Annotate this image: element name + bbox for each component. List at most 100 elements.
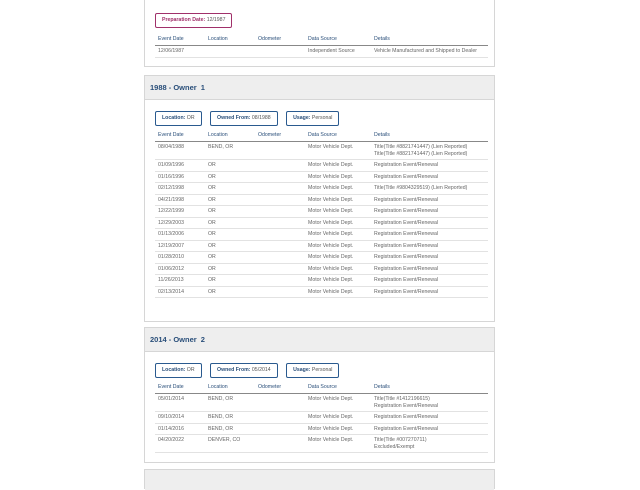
- details-line: Excluded/Exempt: [374, 443, 415, 450]
- location-cell: OR: [205, 228, 255, 241]
- data-source-cell: Motor Vehicle Dept.: [305, 141, 371, 160]
- event-date-cell: 11/26/2013: [155, 274, 205, 287]
- table-row: 01/16/1996 OR Motor Vehicle Dept. Registrat…: [155, 171, 488, 183]
- table-row: 01/09/1996 OR Motor Vehicle Dept. Registrat…: [155, 159, 488, 172]
- odometer-cell: [255, 240, 305, 252]
- details-line: Registration Event/Renewal: [374, 254, 439, 260]
- details-line: Title(Title #9804329519) (Lien Reported): [374, 185, 468, 191]
- data-source-cell: Motor Vehicle Dept.: [305, 393, 371, 412]
- details-line: Registration Event/Renewal: [374, 162, 439, 168]
- owner-2-history-table: Event Date Location Odometer Data Source…: [155, 380, 488, 453]
- data-source-cell: Motor Vehicle Dept.: [305, 228, 371, 241]
- location-badge: Location: OR: [155, 111, 202, 126]
- owner-2-title: 2014 - Owner: [150, 335, 197, 344]
- details-cell: Registration Event/Renewal: [371, 251, 488, 264]
- table-row: 05/01/2014 BEND, OR Motor Vehicle Dept. Tit…: [155, 393, 488, 412]
- details-cell: Registration Event/Renewal: [371, 228, 488, 241]
- details-cell: Title(Title #8821741447) (Lien Reported)…: [371, 141, 488, 160]
- col-event-date: Event Date: [155, 128, 205, 142]
- event-date-cell: 12/06/1987: [155, 45, 205, 58]
- details-line: Registration Event/Renewal: [374, 425, 439, 432]
- data-source-cell: Motor Vehicle Dept.: [305, 194, 371, 206]
- location-cell: [205, 45, 255, 58]
- location-cell: DENVER, CO: [205, 434, 255, 453]
- location-cell: OR: [205, 194, 255, 206]
- event-date-cell: 12/29/2003: [155, 217, 205, 229]
- col-event-date: Event Date: [155, 32, 205, 46]
- col-details: Details: [371, 128, 488, 142]
- details-line: Registration Event/Renewal: [374, 265, 439, 272]
- details-line: Registration Event/Renewal: [374, 231, 439, 237]
- odometer-cell: [255, 182, 305, 195]
- details-line: Vehicle Manufactured and Shipped to Deal…: [374, 48, 477, 54]
- odometer-cell: [255, 411, 305, 424]
- data-source-cell: Motor Vehicle Dept.: [305, 434, 371, 453]
- col-event-date: Event Date: [155, 380, 205, 394]
- data-source-cell: Motor Vehicle Dept.: [305, 274, 371, 287]
- table-row: 04/21/1998 OR Motor Vehicle Dept. Registrat…: [155, 194, 488, 206]
- odometer-cell: [255, 217, 305, 229]
- usage-badge: Usage: Personal: [286, 363, 340, 378]
- table-row: 12/19/2007 OR Motor Vehicle Dept. Registrat…: [155, 240, 488, 252]
- details-line: Registration Event/Renewal: [374, 277, 439, 283]
- details-line: Registration Event/Renewal: [374, 208, 439, 214]
- details-cell: Registration Event/Renewal: [371, 263, 488, 275]
- table-header-row: Event Date Location Odometer Data Source…: [155, 128, 488, 142]
- details-line: Registration Event/Renewal: [374, 414, 439, 420]
- odometer-cell: [255, 228, 305, 241]
- odometer-cell: [255, 205, 305, 218]
- details-cell: Registration Event/Renewal: [371, 274, 488, 287]
- data-source-cell: Motor Vehicle Dept.: [305, 159, 371, 172]
- col-details: Details: [371, 380, 488, 394]
- next-owner-header[interactable]: [145, 470, 494, 490]
- odometer-cell: [255, 141, 305, 160]
- data-source-cell: Motor Vehicle Dept.: [305, 263, 371, 275]
- details-cell: Title(Title #1412196615) Registration Eve…: [371, 393, 488, 412]
- data-source-cell: Motor Vehicle Dept.: [305, 286, 371, 298]
- location-cell: OR: [205, 205, 255, 218]
- details-line: Registration Event/Renewal: [374, 242, 439, 249]
- data-source-cell: Motor Vehicle Dept.: [305, 423, 371, 435]
- col-odometer: Odometer: [255, 32, 305, 46]
- data-source-cell: Motor Vehicle Dept.: [305, 240, 371, 252]
- owner-2-table-body: 05/01/2014 BEND, OR Motor Vehicle Dept. Tit…: [155, 393, 488, 453]
- event-date-cell: 02/12/1998: [155, 182, 205, 195]
- owner-1-header[interactable]: 1988 - Owner 1: [145, 76, 494, 100]
- event-date-cell: 02/13/2014: [155, 286, 205, 298]
- odometer-cell: [255, 393, 305, 412]
- data-source-cell: Motor Vehicle Dept.: [305, 205, 371, 218]
- table-row: 02/12/1998 OR Motor Vehicle Dept. Title(Tit…: [155, 182, 488, 195]
- odometer-cell: [255, 263, 305, 275]
- event-date-cell: 05/01/2014: [155, 393, 205, 412]
- details-line: Registration Event/Renewal: [374, 173, 439, 180]
- location-cell: BEND, OR: [205, 423, 255, 435]
- odometer-cell: [255, 286, 305, 298]
- odometer-cell: [255, 274, 305, 287]
- owner-1-table-body: 08/04/1988 BEND, OR Motor Vehicle Dept. Tit…: [155, 141, 488, 298]
- table-row: 12/22/1999 OR Motor Vehicle Dept. Registrat…: [155, 205, 488, 218]
- table-row: 12/06/1987 Independent Source Vehicle Manu…: [155, 45, 488, 58]
- owner-2-header[interactable]: 2014 - Owner 2: [145, 328, 494, 352]
- owner-1-card: 1988 - Owner 1 Location: OR Owned From: …: [144, 75, 495, 322]
- details-cell: Registration Event/Renewal: [371, 205, 488, 218]
- details-line: Registration Event/Renewal: [374, 219, 439, 226]
- preparation-history-table: Event Date Location Odometer Data Source…: [155, 32, 488, 58]
- table-row: 01/06/2012 OR Motor Vehicle Dept. Registrat…: [155, 263, 488, 275]
- data-source-cell: Motor Vehicle Dept.: [305, 217, 371, 229]
- location-cell: BEND, OR: [205, 141, 255, 160]
- col-data-source: Data Source: [305, 128, 371, 142]
- location-cell: OR: [205, 159, 255, 172]
- event-date-cell: 01/28/2010: [155, 251, 205, 264]
- details-line: Title(Title #8821741447) (Lien Reported): [374, 150, 468, 157]
- details-cell: Registration Event/Renewal: [371, 286, 488, 298]
- details-cell: Title(Title #9804329519) (Lien Reported): [371, 182, 488, 195]
- owner-1-number: 1: [200, 83, 205, 92]
- odometer-cell: [255, 159, 305, 172]
- event-date-cell: 01/13/2006: [155, 228, 205, 241]
- table-header-row: Event Date Location Odometer Data Source…: [155, 32, 488, 46]
- col-data-source: Data Source: [305, 380, 371, 394]
- table-row: 01/14/2016 BEND, OR Motor Vehicle Dept. Reg…: [155, 423, 488, 435]
- event-date-cell: 09/10/2014: [155, 411, 205, 424]
- owned-from-badge: Owned From: 05/2014: [210, 363, 278, 378]
- preparation-card: Preparation Date: 12/1987 Event Date Loc…: [144, 0, 495, 67]
